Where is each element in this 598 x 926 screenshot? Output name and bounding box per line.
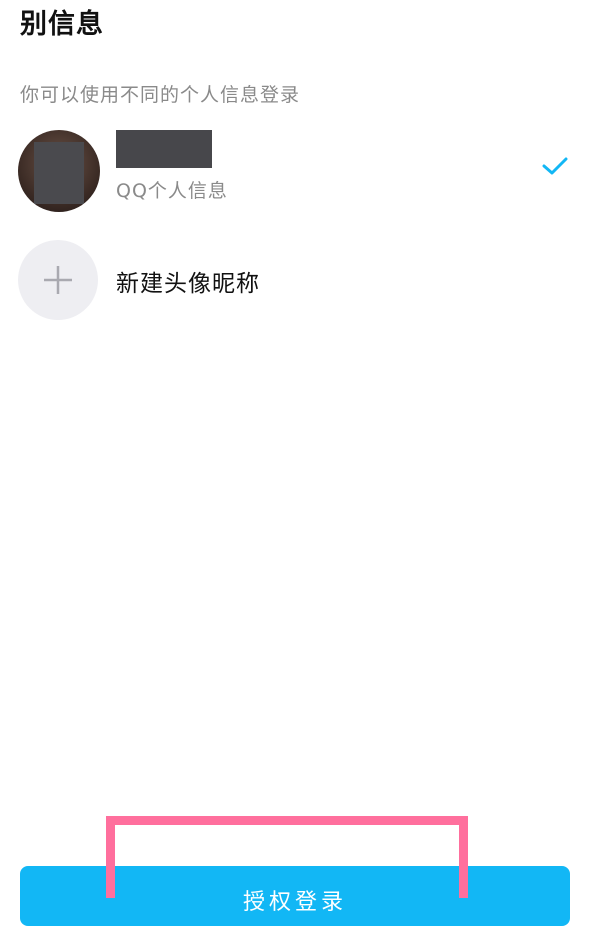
account-option-qq[interactable]: QQ个人信息 xyxy=(0,126,598,216)
highlight-annotation xyxy=(106,816,468,898)
new-profile-option[interactable]: 新建头像昵称 xyxy=(0,236,598,326)
check-icon xyxy=(542,157,568,175)
avatar-redaction xyxy=(34,142,84,204)
user-avatar xyxy=(18,130,100,212)
page-subtitle: 你可以使用不同的个人信息登录 xyxy=(20,84,301,106)
plus-icon xyxy=(44,266,72,294)
new-profile-label: 新建头像昵称 xyxy=(116,271,260,297)
page-title: 别信息 xyxy=(20,9,104,40)
account-description: QQ个人信息 xyxy=(116,180,228,202)
add-profile-button[interactable] xyxy=(18,240,98,320)
account-name-redacted xyxy=(116,130,212,168)
